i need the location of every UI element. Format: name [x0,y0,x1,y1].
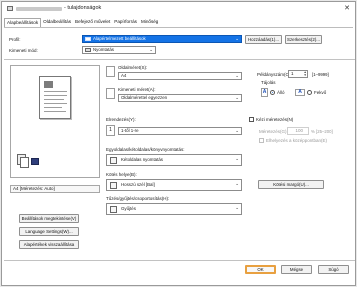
chevron-down-icon: ⌄ [235,36,239,41]
page-size-value: A4 [121,73,127,78]
view-settings-button[interactable]: Beállítások megtekintése(V) [19,214,79,223]
tab-basic-settings[interactable]: Alapbeállítások [4,18,42,27]
binding-select[interactable]: Hosszú szél [Bal] ⌄ [106,179,242,191]
binding-icon [110,182,117,189]
orientation-label: Tájolás [261,80,276,85]
preview-caption: A4 [Méretezés: Auto] [10,185,100,193]
preview-image-block [44,81,53,88]
binding-value: Hosszú szél [Bal] [121,182,155,187]
chevron-down-icon: ⌄ [149,47,153,52]
chevron-down-icon: ⌄ [235,205,239,210]
profile-value: Alapértelmezett beállítások [93,36,146,41]
portrait-label: Álló [277,90,285,95]
binding-label: Kötés helye(B): [106,172,137,177]
chevron-down-icon: ⌄ [235,128,239,133]
profile-label: Profil: [9,37,21,42]
tab-bar: Alapbeállítások Oldalbeállítás Befejező … [4,18,160,27]
printer-name-redacted [16,7,62,11]
edit-profile-button[interactable]: Szerkesztés(2)... [285,35,322,44]
language-settings-button[interactable]: Language Settings(W)... [19,227,79,236]
printer-icon [85,48,91,52]
duplex-icon [110,157,117,164]
window-title: - tulajdonságok [64,5,102,11]
add-profile-button[interactable]: Hozzáadás(1)... [245,35,282,44]
printer-app-icon [7,6,13,11]
page-size-icon [106,66,115,77]
printer-device-icon [31,158,39,165]
preview-line [44,111,66,112]
footer-divider [4,260,355,261]
landscape-radio[interactable] [307,90,312,95]
section-divider [4,59,355,60]
page-size-label: Oldalméret(S): [118,65,148,70]
scaling-range: % [25–200] [311,129,333,134]
output-method-label: Kimeneti mód: [9,48,38,53]
properties-dialog: - tulajdonságok ✕ Alapbeállítások Oldalb… [1,1,356,286]
output-size-icon [106,88,115,99]
tab-page-setup[interactable]: Oldalbeállítás [41,18,73,27]
copies-range: [1–9999] [312,72,329,77]
manual-scaling-checkbox[interactable] [249,117,254,122]
chevron-down-icon: ⌄ [235,181,239,186]
landscape-icon: A [295,89,305,96]
page-layout-value: 1-től 1-re [121,128,139,133]
copies-label: Példányszám(C): [257,72,292,77]
duplex-label: Egyoldalas/kétoldalas/könyvnyomtatás: [106,147,185,152]
output-method-value: Nyomtatás [93,47,114,52]
landscape-label: Fekvő [314,90,327,95]
page-layout-label: Elrendezés(Y): [106,117,136,122]
tab-finishing[interactable]: Befejező művelet [73,18,112,27]
output-size-label: Kimeneti méret(A): [118,87,156,92]
output-method-select[interactable]: Nyomtatás ⌄ [82,46,156,54]
layout-1on1-icon: 1 [106,125,115,136]
scaling-value: 100 [295,128,303,133]
cancel-button[interactable]: Mégse [281,265,312,274]
preview-line [44,103,67,104]
restore-defaults-button[interactable]: Alapértékek visszaállítása [19,240,79,249]
scaling-input[interactable]: 100 [287,127,309,135]
center-checkbox[interactable] [259,138,264,143]
output-size-select[interactable]: Oldalmérettel egyezzen ⌄ [118,94,242,102]
tab-divider [4,27,353,28]
scaling-label: Méretezés(G): [259,129,288,134]
title-bar: - tulajdonságok ✕ [2,2,355,16]
center-label: Elhelyezés a középpontban(E) [266,138,328,143]
page-size-select[interactable]: A4 ⌄ [118,72,242,80]
copies-input[interactable]: 1 ▴ ▾ [288,70,308,78]
portrait-radio[interactable] [270,90,275,95]
binding-margin-button[interactable]: Kötési margó(U)... [258,180,324,189]
manual-scaling-label: Kézi méretezés(N) [256,117,294,122]
duplex-value: Kétoldalas nyomtatás [121,157,163,162]
chevron-down-icon: ⌄ [235,156,239,161]
copies-value: 1 [291,71,294,76]
ok-button[interactable]: OK [245,265,276,274]
preview-page [39,76,71,119]
print-preview [10,65,100,178]
page-layout-select[interactable]: 1-től 1-re ⌄ [118,127,242,135]
tab-quality[interactable]: Minőség [139,18,160,27]
help-button[interactable]: Súgó [318,265,349,274]
spinner-arrows-icon[interactable]: ▴ ▾ [304,70,306,77]
chevron-down-icon: ⌄ [235,95,239,100]
finishing-value: Gyűjtés [121,206,136,211]
close-icon[interactable]: ✕ [344,4,350,12]
collate-icon [110,206,117,213]
profile-icon [85,37,91,41]
preview-line [44,107,62,108]
finishing-label: Tűzés/gyűjtés/csoportosítás(H): [106,196,170,201]
finishing-select[interactable]: Gyűjtés ⌄ [106,203,242,215]
preview-line [44,99,64,100]
output-size-value: Oldalmérettel egyezzen [121,95,168,100]
chevron-down-icon: ⌄ [235,73,239,78]
profile-select[interactable]: Alapértelmezett beállítások ⌄ [82,35,242,43]
portrait-icon: A [261,88,268,97]
preview-line [44,91,67,92]
tab-paper-source[interactable]: Papírforrás [112,18,139,27]
duplex-select[interactable]: Kétoldalas nyomtatás ⌄ [106,154,242,166]
preview-line [44,95,67,96]
